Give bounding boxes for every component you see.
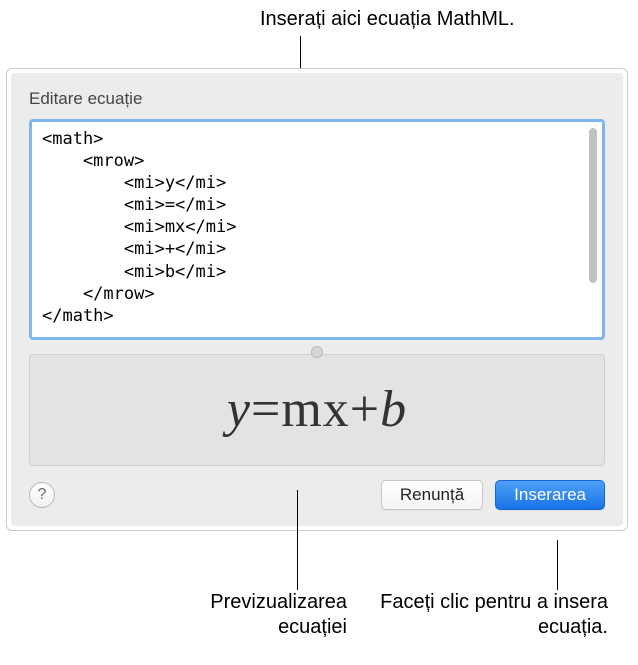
callout-bottom-right-leader	[557, 540, 558, 590]
help-button[interactable]: ?	[29, 482, 55, 508]
dialog-body: Editare ecuație <math> <mrow> <mi>y</mi>…	[11, 73, 623, 526]
preview-b: b	[380, 381, 407, 438]
code-input-frame: <math> <mrow> <mi>y</mi> <mi>=</mi> <mi>…	[29, 119, 605, 340]
scrollbar-thumb[interactable]	[589, 128, 597, 283]
scrollbar[interactable]	[587, 128, 599, 288]
callout-top-leader	[300, 36, 301, 72]
mathml-code-input[interactable]: <math> <mrow> <mi>y</mi> <mi>=</mi> <mi>…	[32, 122, 602, 337]
button-row: ? Renunță Inserarea	[29, 480, 605, 510]
insert-button[interactable]: Inserarea	[495, 480, 605, 510]
cancel-button[interactable]: Renunță	[381, 480, 483, 510]
callout-bottom-left-leader	[297, 490, 298, 590]
dialog-window: Editare ecuație <math> <mrow> <mi>y</mi>…	[6, 68, 628, 531]
callout-bottom-right-text: Faceți clic pentru a insera ecuația.	[368, 590, 608, 640]
callout-top-text: Inserați aici ecuația MathML.	[260, 8, 515, 31]
equation-preview: y=mx+b	[29, 354, 605, 466]
dialog-title: Editare ecuație	[29, 89, 605, 109]
preview-y: y	[227, 381, 251, 438]
preview-plus: +	[350, 381, 380, 438]
preview-eq: =	[251, 381, 281, 438]
grabber-icon	[311, 346, 323, 358]
callout-bottom-left-text: Previzualizarea ecuației	[147, 590, 347, 640]
preview-mx: mx	[281, 381, 349, 438]
help-icon: ?	[38, 486, 47, 504]
equation-preview-expression: y=mx+b	[227, 380, 407, 439]
